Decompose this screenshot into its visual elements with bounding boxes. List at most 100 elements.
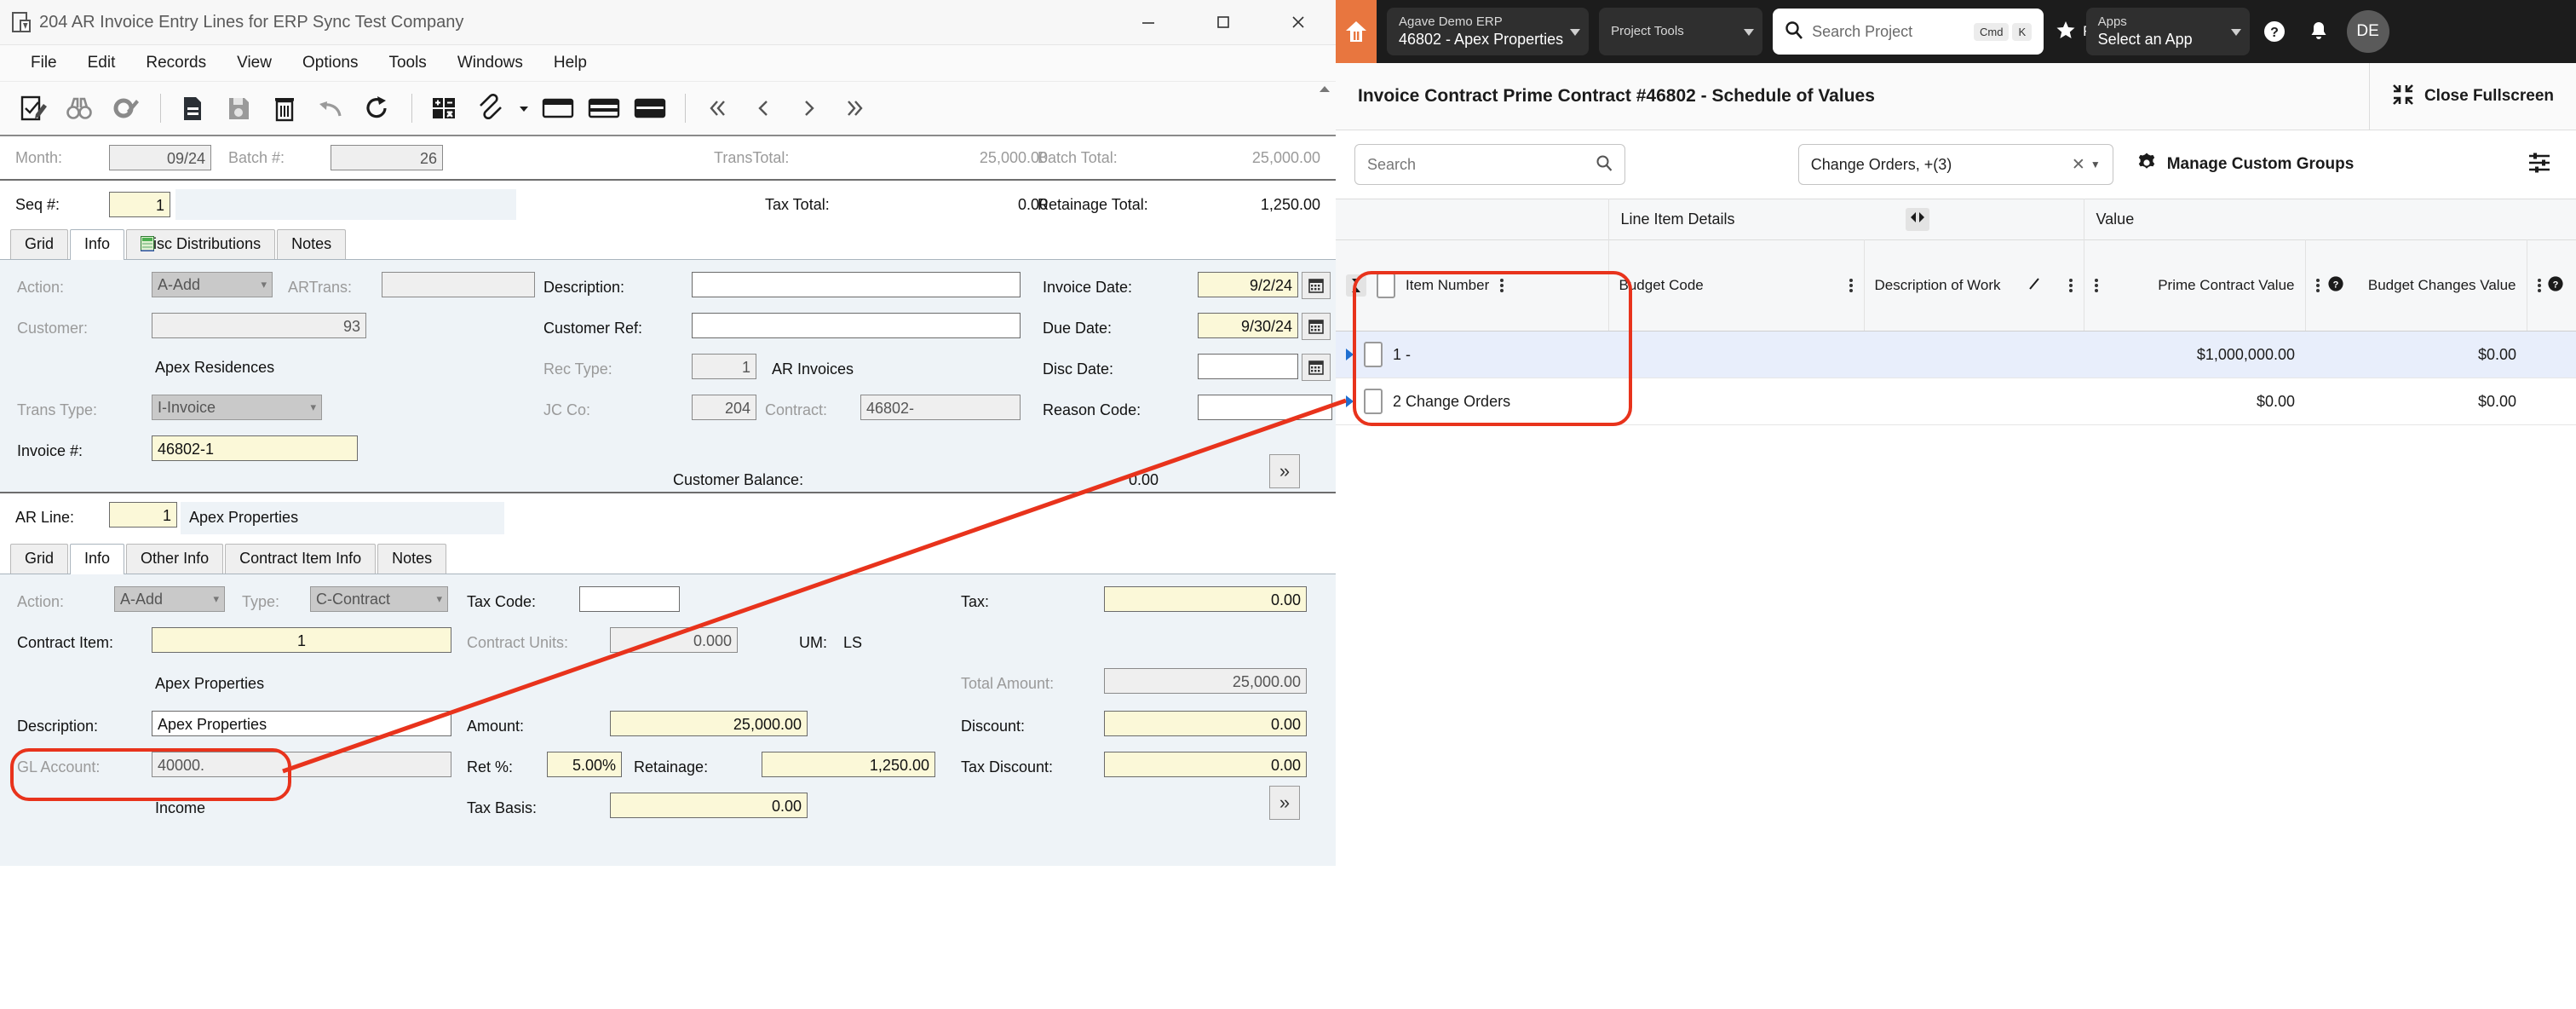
- first-record-icon[interactable]: [696, 89, 739, 128]
- find-settings-icon[interactable]: [104, 89, 147, 128]
- line-type-select[interactable]: C-Contract ▾: [310, 586, 448, 612]
- customer-ref-field[interactable]: [692, 313, 1021, 338]
- contract-item-field[interactable]: 1: [152, 627, 451, 653]
- description-field[interactable]: [692, 272, 1021, 297]
- menu-item-view[interactable]: View: [221, 49, 287, 77]
- edit-check-icon[interactable]: [12, 89, 55, 128]
- toolbar-scroll-up-icon[interactable]: [1317, 84, 1332, 100]
- disc-date-calendar-icon[interactable]: [1302, 354, 1331, 381]
- apps-selector[interactable]: Apps Select an App: [2085, 8, 2250, 55]
- row-budget-changes-value-cell[interactable]: $0.00: [2305, 331, 2527, 378]
- artrans-field[interactable]: [382, 272, 535, 297]
- company-project-selector[interactable]: Agave Demo ERP 46802 - Apex Properties: [1387, 8, 1590, 55]
- tax-discount-field[interactable]: 0.00: [1104, 752, 1307, 777]
- disc-date-field[interactable]: [1198, 354, 1298, 379]
- pencil-icon[interactable]: [2027, 276, 2043, 296]
- line-tab-info[interactable]: Info: [70, 544, 125, 574]
- trans-type-select[interactable]: I-Invoice ▾: [152, 395, 322, 420]
- avatar[interactable]: DE: [2346, 10, 2389, 53]
- gl-account-field[interactable]: 40000.: [152, 752, 451, 777]
- binoculars-find-icon[interactable]: [58, 89, 101, 128]
- next-record-icon[interactable]: [788, 89, 831, 128]
- line-tab-other-info[interactable]: Other Info: [126, 544, 224, 574]
- line-expand-button[interactable]: »: [1269, 786, 1300, 820]
- tax-field[interactable]: 0.00: [1104, 586, 1307, 612]
- menu-item-tools[interactable]: Tools: [373, 49, 441, 77]
- clear-x-icon[interactable]: ✕: [2072, 155, 2085, 175]
- column-settings-icon[interactable]: [2527, 150, 2552, 180]
- row-description-cell[interactable]: [1864, 378, 2084, 425]
- row-budget-code-cell[interactable]: [1608, 378, 1864, 425]
- row-budget-code-cell[interactable]: [1608, 331, 1864, 378]
- customer-field[interactable]: 93: [152, 313, 366, 338]
- refresh-icon[interactable]: [355, 89, 398, 128]
- project-search[interactable]: Search Project Cmd K: [1773, 9, 2044, 55]
- menu-item-edit[interactable]: Edit: [72, 49, 131, 77]
- line-tab-notes[interactable]: Notes: [377, 544, 447, 574]
- layout-split-icon[interactable]: [583, 89, 625, 128]
- horizontal-resize-icon[interactable]: [1905, 208, 1929, 231]
- project-tools-selector[interactable]: Project Tools: [1599, 8, 1763, 55]
- sort-icon[interactable]: [1346, 274, 1366, 297]
- invoice-date-field[interactable]: 9/2/24: [1198, 272, 1298, 297]
- row-prime-contract-value-cell[interactable]: $1,000,000.00: [2084, 331, 2305, 378]
- batch-field[interactable]: 26: [331, 145, 443, 170]
- help-circle-icon-overflow[interactable]: ?: [2547, 275, 2564, 297]
- header-expand-button[interactable]: »: [1269, 454, 1300, 488]
- chevron-down-icon-filter[interactable]: ▼: [2090, 159, 2101, 170]
- tax-code-field[interactable]: [579, 586, 680, 612]
- row-checkbox[interactable]: [1364, 389, 1383, 414]
- contract-units-field[interactable]: 0.000: [610, 627, 738, 653]
- layout-single-icon[interactable]: [537, 89, 579, 128]
- close-fullscreen-button[interactable]: Close Fullscreen: [2368, 63, 2576, 130]
- contract-field[interactable]: 46802-: [860, 395, 1021, 420]
- jc-co-field[interactable]: 204: [692, 395, 756, 420]
- column-header-prime-contract-value[interactable]: Prime Contract Value: [2084, 239, 2306, 332]
- month-field[interactable]: 09/24: [109, 145, 211, 170]
- menu-item-help[interactable]: Help: [538, 49, 602, 77]
- group-filter-select[interactable]: Change Orders, +(3) ✕ ▼: [1797, 144, 2113, 185]
- column-header-overflow[interactable]: ?: [2527, 239, 2576, 332]
- invoice-date-calendar-icon[interactable]: [1302, 272, 1331, 299]
- prev-record-icon[interactable]: [742, 89, 785, 128]
- notification-bell-icon[interactable]: [2299, 12, 2338, 51]
- discount-field[interactable]: 0.00: [1104, 711, 1307, 736]
- menu-item-records[interactable]: Records: [130, 49, 221, 77]
- row-budget-changes-value-cell[interactable]: $0.00: [2305, 378, 2527, 425]
- expand-row-icon[interactable]: [1346, 349, 1354, 360]
- menu-item-file[interactable]: File: [15, 49, 72, 77]
- invoice-number-field[interactable]: 46802-1: [152, 435, 358, 461]
- row-prime-contract-value-cell[interactable]: $0.00: [2084, 378, 2305, 425]
- column-menu-icon-budget-changes[interactable]: [2316, 277, 2320, 294]
- help-circle-icon[interactable]: ?: [2255, 12, 2294, 51]
- column-header-budget-code[interactable]: Budget Code: [1608, 239, 1865, 332]
- tab-info[interactable]: Info: [70, 229, 125, 260]
- undo-icon[interactable]: [309, 89, 352, 128]
- row-checkbox[interactable]: [1364, 342, 1383, 367]
- menu-item-options[interactable]: Options: [287, 49, 373, 77]
- reason-code-field[interactable]: [1198, 395, 1332, 420]
- minimize-button[interactable]: [1111, 0, 1186, 44]
- column-header-item-number[interactable]: Item Number: [1336, 239, 1609, 332]
- column-menu-icon-description[interactable]: [2068, 277, 2073, 294]
- menu-item-windows[interactable]: Windows: [442, 49, 538, 77]
- table-row[interactable]: 1 - $1,000,000.00 $0.00: [1336, 331, 2576, 378]
- delete-icon[interactable]: [263, 89, 306, 128]
- total-amount-field[interactable]: 25,000.00: [1104, 668, 1307, 694]
- home-icon[interactable]: [1336, 0, 1377, 63]
- attachment-dropdown-icon[interactable]: [515, 89, 533, 128]
- line-tab-grid[interactable]: Grid: [10, 544, 69, 574]
- tab-misc-distributions[interactable]: Misc Distributions: [126, 229, 276, 259]
- row-item-number-cell[interactable]: 2 Change Orders: [1336, 378, 1608, 425]
- tax-basis-field[interactable]: 0.00: [610, 793, 808, 818]
- column-header-budget-changes-value[interactable]: ? Budget Changes Value: [2305, 239, 2527, 332]
- action-select[interactable]: A-Add ▾: [152, 272, 273, 297]
- attachment-icon[interactable]: [469, 89, 511, 128]
- row-item-number-cell[interactable]: 1 -: [1336, 331, 1608, 378]
- calculator-icon[interactable]: [423, 89, 465, 128]
- manage-custom-groups-button[interactable]: Manage Custom Groups: [2136, 152, 2354, 178]
- ret-pct-field[interactable]: 5.00%: [547, 752, 622, 777]
- table-search-input[interactable]: Search: [1354, 144, 1625, 185]
- ar-line-field[interactable]: 1: [109, 502, 177, 528]
- amount-field[interactable]: 25,000.00: [610, 711, 808, 736]
